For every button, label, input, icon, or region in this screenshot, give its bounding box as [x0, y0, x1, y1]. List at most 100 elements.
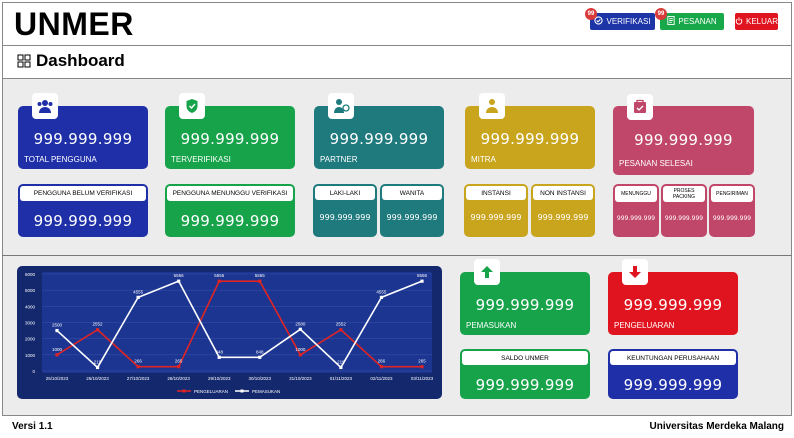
- x-tick-label: 27/10/2023: [127, 376, 150, 381]
- proses-packing-value: 999.999.999: [664, 215, 704, 222]
- legend-marker: [240, 389, 244, 393]
- terverifikasi-value: 999.999.999: [180, 130, 280, 148]
- pemasukan-label: PEMASUKAN: [466, 321, 517, 330]
- data-label: 5556: [417, 273, 428, 278]
- verifikasi-label: VERIFIKASI: [606, 17, 651, 26]
- partner-icon: [328, 93, 354, 119]
- shield-check-icon: [179, 93, 205, 119]
- brand-logo: UNMER: [14, 6, 134, 42]
- wanita-card: WANITA 999.999.999: [380, 184, 444, 237]
- data-label: 2552: [93, 322, 104, 327]
- data-label: 265: [418, 359, 426, 364]
- data-point: [339, 328, 343, 332]
- pesanan-selesai-label: PESANAN SELESAI: [619, 159, 693, 168]
- wanita-label: WANITA: [382, 186, 442, 200]
- belum-verifikasi-label: PENGGUNA BELUM VERIFIKASI: [20, 186, 146, 201]
- belum-verifikasi-value: 999.999.999: [33, 212, 133, 230]
- data-label: 4555: [133, 289, 144, 294]
- instansi-label: INSTANSI: [466, 186, 526, 200]
- order-icon: [627, 94, 653, 120]
- keluar-button[interactable]: KELUAR: [735, 13, 778, 30]
- menunggu-label: MENUNGGU: [615, 186, 657, 202]
- data-point: [298, 327, 302, 331]
- proses-packing-card: PROSES PACKING 999.999.999: [661, 184, 707, 237]
- pengiriman-label: PENGIRIMAN: [711, 186, 753, 202]
- expense-icon: [622, 259, 648, 285]
- pengeluaran-label: PENGELUARAN: [614, 321, 675, 330]
- data-point: [55, 353, 59, 357]
- data-label: 265: [175, 359, 183, 364]
- keuntungan-card: KEUNTUNGAN PERUSAHAAN 999.999.999: [608, 349, 738, 399]
- menunggu-verifikasi-label: PENGGUNA MENUNGGU VERIFIKASI: [167, 186, 293, 201]
- data-label: 219: [337, 359, 345, 364]
- power-icon: [735, 16, 743, 27]
- version-text: Versi 1.1: [12, 421, 53, 432]
- keluar-label: KELUAR: [746, 17, 779, 26]
- y-tick-label: 6000: [25, 272, 36, 277]
- finance-chart: 0 1000 2000 3000 4000 5000 6000 25/10/2023 26/10…: [17, 266, 442, 399]
- verifikasi-button[interactable]: VERIFIKASI: [590, 13, 655, 30]
- total-pengguna-value: 999.999.999: [33, 130, 133, 148]
- laki-laki-value: 999.999.999: [319, 213, 371, 222]
- dashboard-icon: [17, 54, 31, 73]
- income-icon: [474, 259, 500, 285]
- legend-label: PENGELUARAN: [194, 389, 228, 394]
- x-tick-label: 02/11/2023: [370, 376, 393, 381]
- belum-verifikasi-card: PENGGUNA BELUM VERIFIKASI 999.999.999: [18, 184, 148, 237]
- keuntungan-label: KEUNTUNGAN PERUSAHAAN: [610, 351, 736, 365]
- saldo-label: SALDO UNMER: [462, 351, 588, 365]
- users-icon: [32, 93, 58, 119]
- data-label: 1000: [295, 347, 306, 352]
- data-label: 4555: [376, 289, 387, 294]
- y-tick-label: 3000: [25, 321, 36, 326]
- mitra-value: 999.999.999: [480, 130, 580, 148]
- verifikasi-badge: 99: [585, 8, 597, 20]
- data-label: 266: [378, 359, 386, 364]
- instansi-value: 999.999.999: [470, 213, 522, 222]
- terverifikasi-label: TERVERIFIKASI: [171, 155, 231, 164]
- verified-icon: [594, 16, 604, 27]
- x-tick-label: 31/10/2023: [289, 376, 312, 381]
- y-tick-label: 5000: [25, 288, 36, 293]
- data-label: 5556: [174, 273, 185, 278]
- data-label: 2552: [336, 322, 347, 327]
- x-tick-label: 28/10/2023: [167, 376, 190, 381]
- data-point: [136, 365, 140, 369]
- legend-label: PEMASUKAN: [252, 389, 280, 394]
- mitra-icon: [479, 93, 505, 119]
- x-tick-label: 25/10/2023: [46, 376, 69, 381]
- section-divider: [2, 255, 792, 256]
- pesanan-button[interactable]: PESANAN: [660, 13, 724, 30]
- data-label: 5555: [255, 273, 266, 278]
- data-label: 219: [94, 359, 102, 364]
- instansi-card: INSTANSI 999.999.999: [464, 184, 528, 237]
- x-tick-label: 30/10/2023: [249, 376, 272, 381]
- data-point: [136, 295, 140, 299]
- data-point: [258, 355, 262, 359]
- saldo-card: SALDO UNMER 999.999.999: [460, 349, 590, 399]
- total-pengguna-label: TOTAL PENGGUNA: [24, 155, 97, 164]
- data-point: [339, 365, 343, 370]
- data-point: [217, 279, 221, 283]
- pengiriman-value: 999.999.999: [712, 215, 752, 222]
- menunggu-verifikasi-card: PENGGUNA MENUNGGU VERIFIKASI 999.999.999: [165, 184, 295, 237]
- data-point: [420, 365, 424, 369]
- partner-label: PARTNER: [320, 155, 358, 164]
- data-point: [55, 328, 59, 333]
- pemasukan-value: 999.999.999: [475, 296, 575, 314]
- data-point: [298, 353, 302, 357]
- data-point: [217, 355, 221, 359]
- non-instansi-card: NON INSTANSI 999.999.999: [531, 184, 595, 237]
- pesanan-label: PESANAN: [678, 17, 717, 26]
- line-chart: 0 1000 2000 3000 4000 5000 6000 25/10/2023 26/10…: [25, 272, 434, 394]
- partner-value: 999.999.999: [329, 130, 429, 148]
- data-label: 5555: [214, 273, 225, 278]
- laki-laki-label: LAKI-LAKI: [315, 186, 375, 200]
- non-instansi-value: 999.999.999: [537, 213, 589, 222]
- y-tick-label: 1000: [25, 353, 36, 358]
- data-label: 266: [134, 359, 142, 364]
- org-text: Universitas Merdeka Malang: [649, 421, 785, 432]
- menunggu-verifikasi-value: 999.999.999: [180, 212, 280, 230]
- menunggu-card: MENUNGGU 999.999.999: [613, 184, 659, 237]
- data-point: [177, 365, 181, 369]
